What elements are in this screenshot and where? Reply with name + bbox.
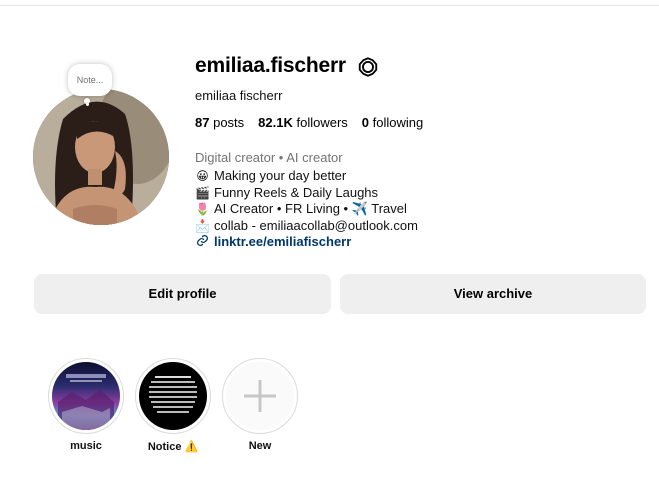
settings-gear-icon[interactable] [357,56,379,78]
followers-label: followers [296,115,348,130]
profile-category: Digital creator • AI creator [195,150,343,165]
posts-label: posts [213,115,245,130]
bio-text: Making your day better [214,168,347,183]
profile-avatar[interactable] [33,89,169,225]
bio-line: 😀 Making your day better [195,168,418,185]
warning-icon: ⚠️ [184,441,199,453]
bio-line: 🎬 Funny Reels & Daily Laughs [195,185,418,202]
bio-text: AI Creator • FR Living • ✈️ Travel [214,201,407,216]
clapper-board-icon: 🎬 [195,185,210,200]
top-divider [0,5,659,6]
note-bubble[interactable]: Note... [68,64,112,96]
bio-line: 🌷 AI Creator • FR Living • ✈️ Travel [195,201,418,218]
full-name: emiliaa fischerr [195,88,283,103]
highlight-ring [222,358,298,434]
highlight-ring [48,358,124,434]
posts-stat: 87 posts [195,115,244,130]
highlight-notice[interactable]: Notice ⚠️ [135,358,211,453]
following-label: following [372,115,424,130]
highlight-cover [139,362,207,430]
following-count: 0 [361,115,370,130]
note-placeholder: Note... [76,75,104,85]
posts-count: 87 [195,115,210,130]
highlight-label: music [48,440,124,452]
highlight-label-text: music [70,440,102,452]
envelope-icon: 📩 [195,218,210,233]
username: emiliaa.fischerr [195,54,346,77]
highlight-cover [226,362,294,430]
bio-line: 📩 collab - emiliaacollab@outlook.com [195,218,418,235]
tulip-icon: 🌷 [195,202,210,216]
highlight-label-text: Notice [147,440,182,453]
note-bubble-tail-small [86,103,89,106]
view-archive-button[interactable]: View archive [340,274,646,314]
highlight-cover [52,362,120,430]
bio-text: Funny Reels & Daily Laughs [214,184,379,200]
bio: 😀 Making your day better 🎬 Funny Reels & D… [195,168,418,251]
highlight-ring [135,358,211,434]
highlight-new[interactable]: New [222,358,298,452]
grinning-face-icon: 😀 [196,169,209,183]
highlight-label: Notice ⚠️ [135,440,211,454]
bio-link[interactable]: linktr.ee/emiliafischerr [195,234,418,251]
plus-icon [244,380,276,412]
highlight-music[interactable]: music [48,358,124,452]
bio-text: collab - emiliaacollab@outlook.com [214,217,418,233]
highlight-label: New [222,440,298,452]
bio-link-text[interactable]: linktr.ee/emiliafischerr [214,234,351,251]
edit-profile-button[interactable]: Edit profile [34,274,331,314]
profile-stats: 87 posts 82.1K followers 0 following [195,115,423,130]
followers-stat[interactable]: 82.1K followers [258,115,348,130]
following-stat[interactable]: 0 following [362,115,423,130]
highlight-label-text: New [248,440,272,452]
link-icon [195,234,210,252]
followers-count: 82.1K [258,115,293,130]
avatar-image [33,89,169,225]
